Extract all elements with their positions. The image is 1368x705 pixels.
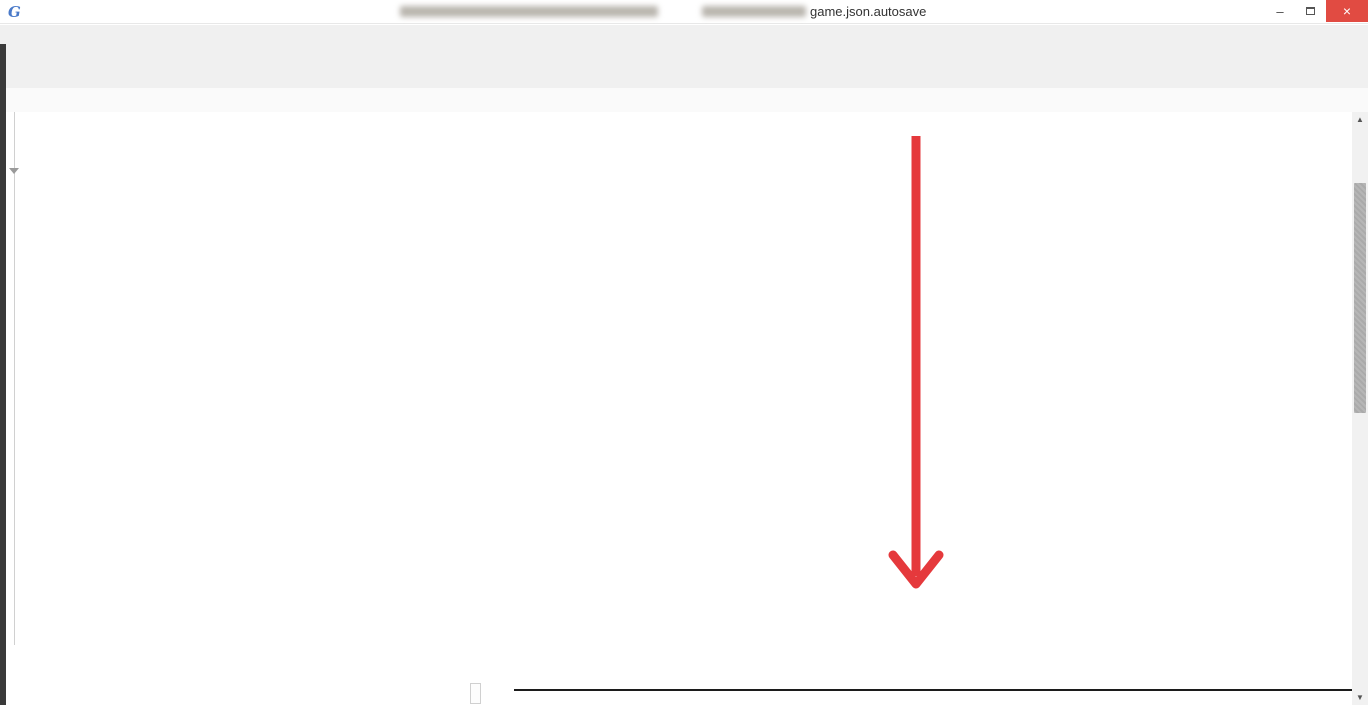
window-title: game.json.autosave	[810, 4, 926, 19]
redacted-title-text	[702, 6, 806, 17]
close-button[interactable]: ×	[1326, 0, 1368, 22]
redacted-title-text	[400, 6, 658, 17]
scroll-up-icon[interactable]: ▲	[1352, 112, 1368, 127]
scroll-down-icon[interactable]: ▼	[1352, 690, 1368, 705]
toolbar	[6, 44, 1368, 88]
menu-bar	[0, 25, 1368, 44]
vertical-scrollbar[interactable]: ▲ ▼	[1352, 112, 1368, 705]
tab-bar	[6, 88, 1368, 112]
minimize-button[interactable]: –	[1266, 0, 1294, 22]
gdevelop-window: G game.json.autosave – × ▲ ▼	[0, 0, 1368, 705]
dragged-action-ghost[interactable]	[471, 684, 480, 703]
app-logo-icon: G	[8, 3, 21, 21]
drop-indicator	[514, 689, 1352, 691]
restore-button[interactable]	[1296, 0, 1324, 22]
title-bar: G game.json.autosave – ×	[0, 0, 1368, 24]
scrollbar-thumb[interactable]	[1354, 183, 1366, 413]
restore-icon	[1306, 7, 1315, 15]
events-sheet	[6, 112, 1352, 705]
